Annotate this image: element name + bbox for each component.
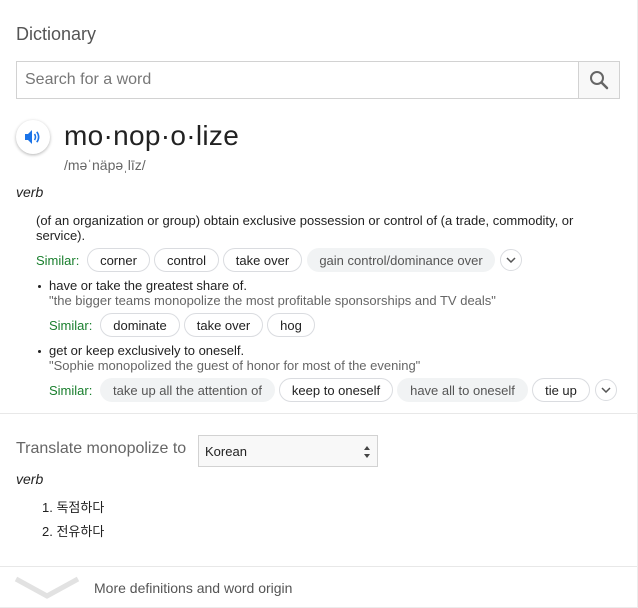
card-title: Dictionary [16, 24, 97, 44]
example-text: "the bigger teams monopolize the most pr… [49, 293, 496, 308]
translate-part-of-speech: verb [16, 471, 44, 487]
similar-chip[interactable]: take over [184, 313, 263, 337]
search-button[interactable] [578, 62, 619, 98]
search-icon [590, 71, 609, 90]
pronunciation-button[interactable] [16, 120, 50, 154]
translation-item: 1. 독점하다 [42, 500, 105, 515]
divider [0, 413, 637, 414]
expand-similar-button[interactable] [595, 379, 617, 401]
select-arrows-icon [364, 446, 370, 458]
chevron-down-icon [506, 257, 516, 263]
similar-chip[interactable]: have all to oneself [397, 378, 528, 402]
search-input[interactable] [17, 62, 581, 98]
language-select[interactable]: Korean [198, 435, 378, 467]
similar-chip[interactable]: take up all the attention of [100, 378, 275, 402]
similar-chip[interactable]: control [154, 248, 219, 272]
expand-chevron-icon[interactable] [14, 576, 80, 600]
phonetic: /məˈnäpəˌlīz/ [64, 157, 146, 173]
chevron-down-icon [601, 387, 611, 393]
definition-text: (of an organization or group) obtain exc… [36, 213, 574, 243]
bullet [38, 350, 41, 353]
similar-chip[interactable]: gain control/dominance over [307, 248, 495, 272]
similar-chip[interactable]: corner [87, 248, 150, 272]
translate-label: Translate monopolize to [16, 440, 187, 457]
example-text: "Sophie monopolized the guest of honor f… [49, 358, 421, 373]
similar-label: Similar: [36, 253, 80, 268]
similar-chip[interactable]: keep to oneself [279, 378, 393, 402]
definition-text: have or take the greatest share of. [49, 278, 248, 293]
similar-chip[interactable]: take over [223, 248, 302, 272]
similar-chip[interactable]: hog [267, 313, 315, 337]
more-definitions-link[interactable]: More definitions and word origin [94, 580, 292, 596]
similar-label: Similar: [49, 318, 93, 333]
similar-label: Similar: [49, 383, 93, 398]
headword: mo·nop·o·lize [64, 120, 240, 151]
selected-language: Korean [205, 444, 247, 459]
dictionary-card: Dictionary mo·nop·o·lize /məˈnäpəˌlīz/ v… [0, 0, 638, 608]
part-of-speech: verb [16, 184, 44, 200]
search-box [16, 61, 620, 99]
translation-item: 2. 전유하다 [42, 524, 105, 539]
speaker-icon [25, 130, 40, 144]
definition-text: get or keep exclusively to oneself. [49, 343, 245, 358]
expand-similar-button[interactable] [500, 249, 522, 271]
divider [0, 566, 637, 567]
similar-chip[interactable]: dominate [100, 313, 180, 337]
similar-chip[interactable]: tie up [532, 378, 590, 402]
bullet [38, 285, 41, 288]
